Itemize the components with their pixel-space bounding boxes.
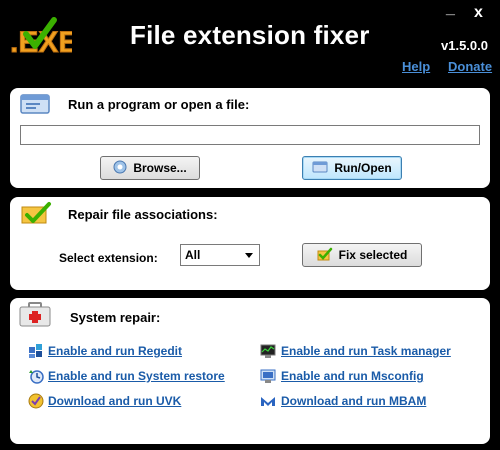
- window-icon: [18, 93, 52, 115]
- checkmark-icon: [20, 201, 52, 225]
- repair-associations-title: Repair file associations:: [68, 207, 218, 222]
- regedit-icon: [28, 343, 44, 359]
- exe-logo: .EXE: [8, 14, 79, 60]
- msconfig-link[interactable]: Enable and run Msconfig: [281, 369, 424, 383]
- system-repair-title: System repair:: [70, 310, 161, 325]
- title-bar: .EXE File extension fixer _ x v1.5.0.0 H…: [0, 0, 500, 84]
- system-restore-icon: [28, 368, 44, 384]
- run-open-button[interactable]: Run/Open: [302, 156, 402, 180]
- browse-icon: [113, 160, 127, 177]
- chevron-down-icon: [245, 253, 253, 258]
- uvk-icon: [28, 393, 44, 409]
- version-label: v1.5.0.0: [441, 38, 488, 53]
- run-program-panel: Run a program or open a file: Browse... …: [10, 88, 490, 188]
- extension-dropdown-value: All: [185, 248, 201, 262]
- help-link[interactable]: Help: [402, 59, 430, 74]
- fix-selected-button[interactable]: Fix selected: [302, 243, 422, 267]
- run-program-title: Run a program or open a file:: [68, 97, 250, 112]
- select-extension-label: Select extension:: [59, 251, 158, 265]
- minimize-button[interactable]: _: [446, 0, 455, 18]
- task-manager-icon: [260, 343, 276, 359]
- app-title: File extension fixer: [130, 20, 370, 50]
- task-manager-link[interactable]: Enable and run Task manager: [281, 344, 451, 358]
- extension-dropdown[interactable]: All: [180, 244, 260, 266]
- run-icon: [312, 161, 328, 176]
- close-button[interactable]: x: [474, 4, 483, 22]
- system-restore-link[interactable]: Enable and run System restore: [48, 369, 225, 383]
- browse-button[interactable]: Browse...: [100, 156, 200, 180]
- mbam-icon: [260, 393, 276, 409]
- msconfig-icon: [260, 368, 276, 384]
- fix-icon: [317, 247, 333, 264]
- first-aid-kit-icon: [18, 302, 52, 328]
- fix-selected-label: Fix selected: [338, 248, 408, 262]
- system-repair-panel: System repair: Enable and run Regedit En…: [10, 298, 490, 444]
- regedit-link[interactable]: Enable and run Regedit: [48, 344, 182, 358]
- donate-link[interactable]: Donate: [448, 59, 492, 74]
- uvk-link[interactable]: Download and run UVK: [48, 394, 181, 408]
- file-path-input[interactable]: [20, 125, 480, 145]
- browse-label: Browse...: [133, 161, 187, 175]
- mbam-link[interactable]: Download and run MBAM: [281, 394, 426, 408]
- repair-associations-panel: Repair file associations: Select extensi…: [10, 197, 490, 290]
- run-open-label: Run/Open: [334, 161, 392, 175]
